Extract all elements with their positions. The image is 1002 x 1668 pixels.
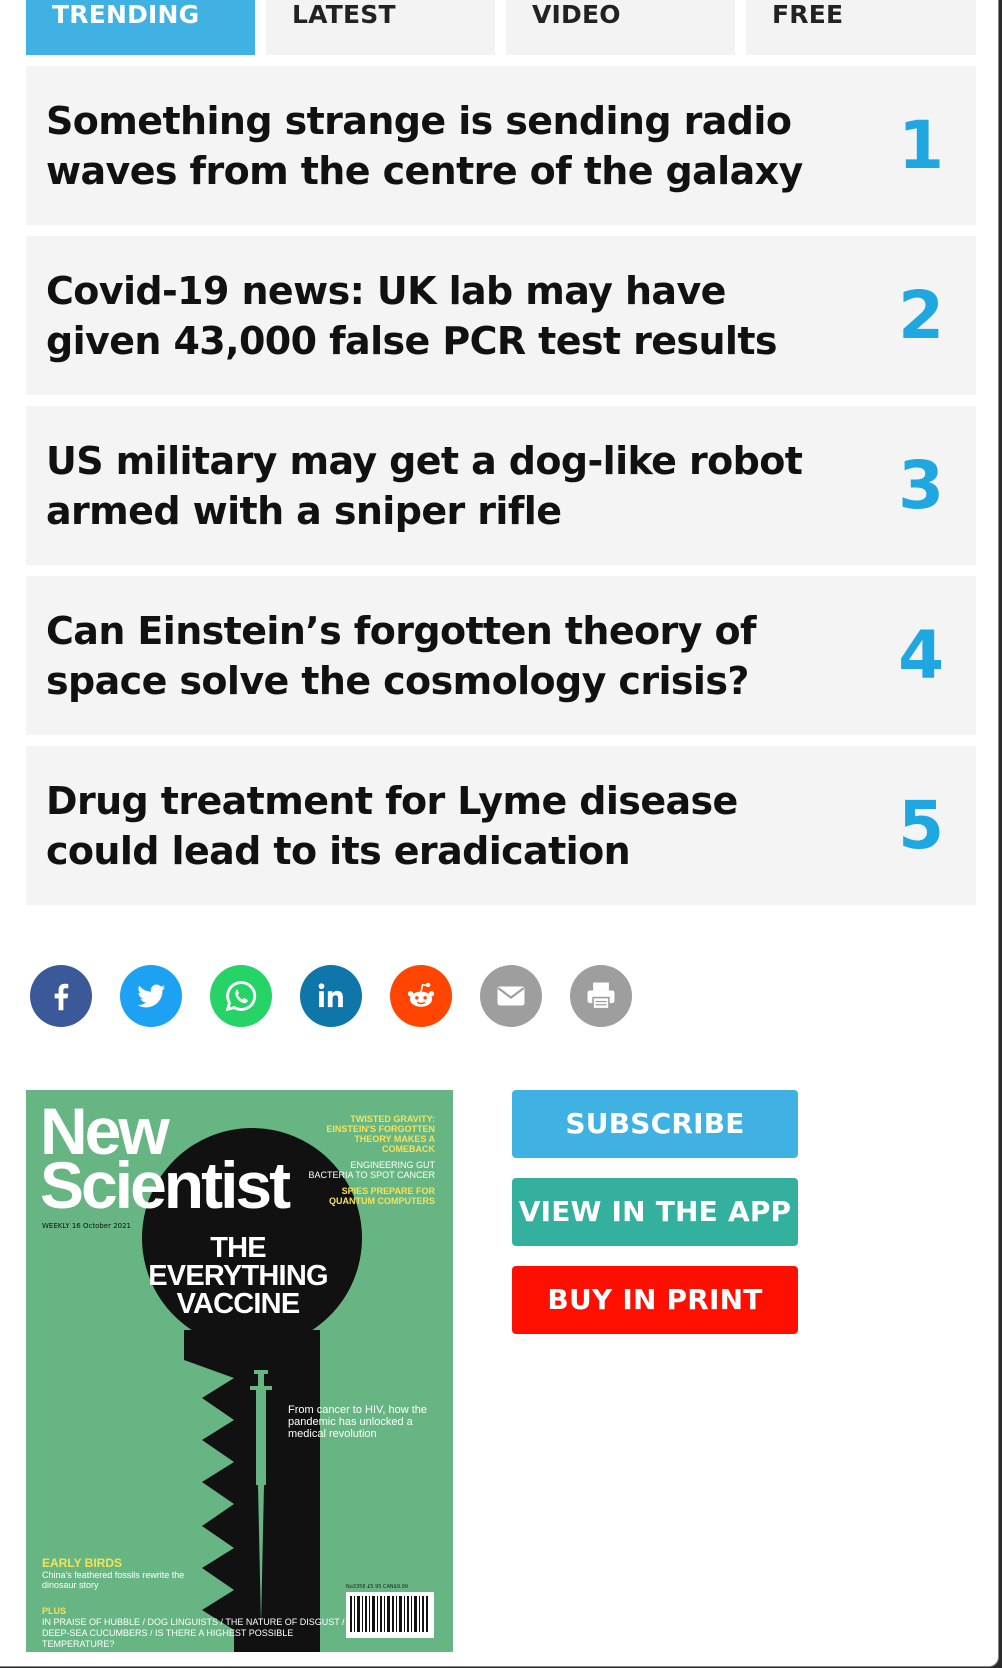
cover-blurb: TWISTED GRAVITY: EINSTEIN'S FORGOTTEN TH… [326, 1114, 435, 1154]
subscribe-button[interactable]: SUBSCRIBE [512, 1090, 798, 1158]
tab-free[interactable]: FREE [746, 0, 976, 55]
cover-plus-label: PLUS [42, 1606, 67, 1616]
article-title[interactable]: Can Einstein’s forgotten theory of space… [46, 606, 846, 706]
cover-side-blurbs: TWISTED GRAVITY: EINSTEIN'S FORGOTTEN TH… [305, 1114, 435, 1212]
facebook-icon[interactable] [30, 965, 92, 1027]
list-item[interactable]: Drug treatment for Lyme disease could le… [26, 746, 976, 905]
cover-plus: PLUS IN PRAISE OF HUBBLE / DOG LINGUISTS… [42, 1606, 352, 1650]
tab-latest[interactable]: LATEST [266, 0, 495, 55]
reddit-icon[interactable] [390, 965, 452, 1027]
buy-in-print-button[interactable]: BUY IN PRINT [512, 1266, 798, 1334]
article-title[interactable]: Something strange is sending radio waves… [46, 96, 846, 196]
share-bar [30, 965, 650, 1029]
barcode-image [346, 1592, 434, 1638]
twitter-icon[interactable] [120, 965, 182, 1027]
cover-early-title: EARLY BIRDS [42, 1556, 123, 1570]
article-rank: 3 [898, 447, 944, 524]
cover-early-text: China's feathered fossils rewrite the di… [42, 1570, 185, 1590]
page-panel: TRENDING LATEST VIDEO FREE Something str… [0, 0, 999, 1667]
print-icon[interactable] [570, 965, 632, 1027]
view-in-app-button[interactable]: VIEW IN THE APP [512, 1178, 798, 1246]
article-rank: 4 [898, 617, 944, 694]
cover-issue-date: WEEKLY 16 October 2021 [42, 1222, 132, 1230]
article-rank: 1 [898, 107, 944, 184]
article-rank: 2 [898, 277, 944, 354]
cover-early-birds: EARLY BIRDS China's feathered fossils re… [42, 1556, 202, 1590]
list-item[interactable]: Covid-19 news: UK lab may have given 43,… [26, 236, 976, 395]
article-title[interactable]: US military may get a dog-like robot arm… [46, 436, 846, 536]
whatsapp-icon[interactable] [210, 965, 272, 1027]
cover-blurb: SPIES PREPARE FOR QUANTUM COMPUTERS [329, 1186, 435, 1206]
linkedin-icon[interactable] [300, 965, 362, 1027]
list-item[interactable]: Something strange is sending radio waves… [26, 66, 976, 225]
list-item[interactable]: Can Einstein’s forgotten theory of space… [26, 576, 976, 735]
email-icon[interactable] [480, 965, 542, 1027]
article-title[interactable]: Drug treatment for Lyme disease could le… [46, 776, 846, 876]
tab-trending[interactable]: TRENDING [26, 0, 255, 55]
magazine-cover[interactable]: New Scientist WEEKLY 16 October 2021 TWI… [26, 1090, 453, 1652]
cover-plus-line: IN PRAISE OF HUBBLE / DOG LINGUISTS / TH… [42, 1617, 345, 1627]
cover-brand-line2: Scientist [40, 1148, 291, 1222]
cover-price: No3356 £5.95 CAN$9.99 [346, 1584, 408, 1590]
cover-plus-line: DEEP-SEA CUCUMBERS / IS THERE A HIGHEST … [42, 1628, 294, 1649]
article-title[interactable]: Covid-19 news: UK lab may have given 43,… [46, 266, 846, 366]
cover-blurb: ENGINEERING GUT BACTERIA TO SPOT CANCER [308, 1160, 435, 1180]
trending-list: Something strange is sending radio waves… [26, 66, 976, 916]
cover-headline: THE EVERYTHING VACCINE [148, 1232, 328, 1320]
tab-video[interactable]: VIDEO [506, 0, 735, 55]
list-item[interactable]: US military may get a dog-like robot arm… [26, 406, 976, 565]
article-rank: 5 [898, 787, 944, 864]
content-tabs: TRENDING LATEST VIDEO FREE [26, 0, 976, 55]
cover-subhead: From cancer to HIV, how the pandemic has… [288, 1404, 427, 1440]
